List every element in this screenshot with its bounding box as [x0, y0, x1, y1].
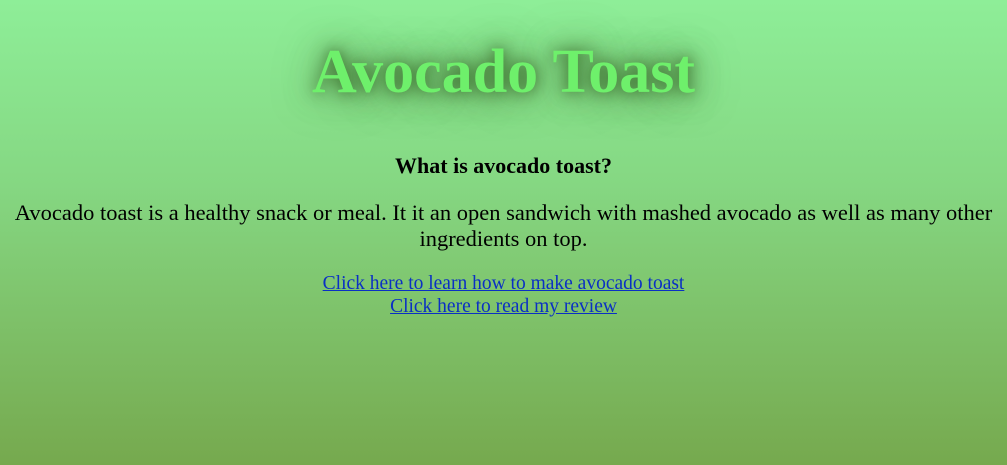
review-link[interactable]: Click here to read my review [390, 295, 617, 318]
page: Avocado Toast What is avocado toast? Avo… [0, 0, 1007, 465]
how-to-make-link[interactable]: Click here to learn how to make avocado … [323, 272, 685, 295]
description-text: Avocado toast is a healthy snack or meal… [14, 200, 993, 251]
page-title: Avocado Toast [312, 38, 695, 106]
section-heading: What is avocado toast? [395, 153, 612, 178]
links-list: Click here to learn how to make avocado … [0, 272, 1007, 318]
